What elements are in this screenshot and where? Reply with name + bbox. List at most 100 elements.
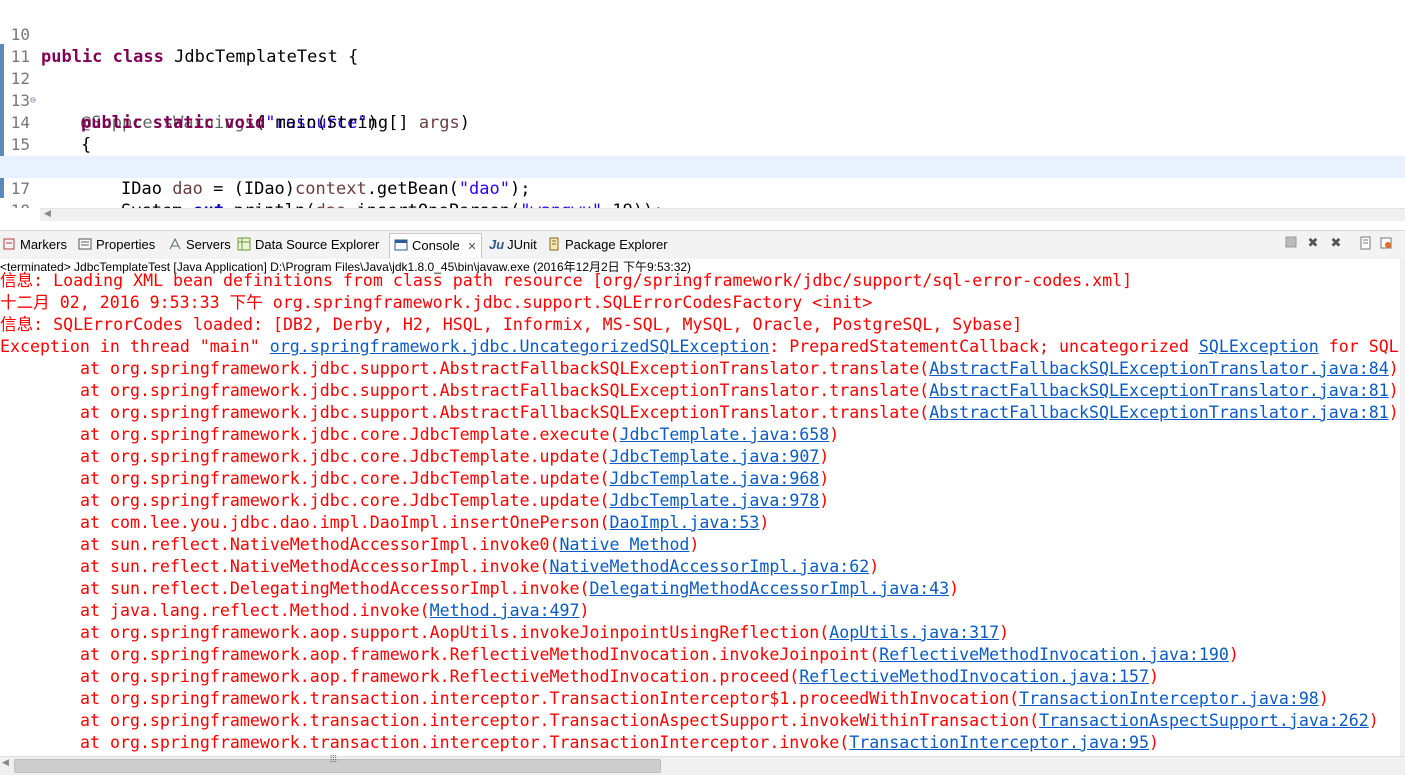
editor-line[interactable]: 11 xyxy=(0,24,1405,66)
sqlexception-link[interactable]: SQLException xyxy=(1199,337,1319,356)
stack-method: at org.springframework.jdbc.core.JdbcTem… xyxy=(80,425,620,444)
tab-label: Data Source Explorer xyxy=(255,237,380,252)
stack-frame: at org.springframework.jdbc.support.Abst… xyxy=(80,402,1399,424)
source-link[interactable]: ReflectiveMethodInvocation.java:157 xyxy=(799,667,1149,686)
source-link[interactable]: TransactionAspectSupport.java:262 xyxy=(1039,711,1369,730)
stack-method: at org.springframework.jdbc.support.Abst… xyxy=(80,403,930,422)
pin-console-icon[interactable] xyxy=(1378,236,1394,252)
stack-end: ) xyxy=(819,447,830,466)
stack-frame: at org.springframework.jdbc.core.JdbcTem… xyxy=(80,424,839,446)
editor-line[interactable]: 12 ⊖ @SuppressWarnings("resource") xyxy=(0,46,1405,133)
exception-class-link[interactable]: org.springframework.jdbc.UncategorizedSQ… xyxy=(270,337,770,356)
stack-method: at com.lee.you.jdbc.dao.impl.DaoImpl.ins… xyxy=(80,513,610,532)
junit-icon: Ju xyxy=(489,237,505,252)
remove-launch-icon[interactable]: ✖ xyxy=(1305,236,1321,252)
scrollbar-thumb[interactable] xyxy=(14,759,661,773)
stack-method: at org.springframework.aop.support.AopUt… xyxy=(80,623,830,642)
stack-method: at sun.reflect.NativeMethodAccessorImpl.… xyxy=(80,535,560,554)
stack-frame: at org.springframework.jdbc.core.JdbcTem… xyxy=(80,446,829,468)
stack-frame: at org.springframework.jdbc.support.Abst… xyxy=(80,380,1399,402)
editor-line[interactable]: 13 public static void main(String[] args… xyxy=(0,68,1405,133)
editor-line[interactable]: 14 { xyxy=(0,90,1405,155)
remove-all-terminated-icon[interactable]: ✖ xyxy=(1328,236,1344,252)
source-link[interactable]: JdbcTemplate.java:907 xyxy=(610,447,820,466)
code-text: System.out.println(dao.insertOnePerson("… xyxy=(121,200,664,208)
stack-frame: at sun.reflect.DelegatingMethodAccessorI… xyxy=(80,578,959,600)
tab-markers[interactable]: Markers xyxy=(2,235,67,255)
stack-end: ) xyxy=(689,535,700,554)
source-link[interactable]: ReflectiveMethodInvocation.java:190 xyxy=(879,645,1229,664)
tab-junit[interactable]: Ju JUnit xyxy=(489,235,537,255)
stack-method: at org.springframework.transaction.inter… xyxy=(80,733,850,752)
console-vertical-scrollbar[interactable] xyxy=(1400,258,1405,758)
stack-method: at org.springframework.jdbc.support.Abst… xyxy=(80,359,930,378)
editor-line[interactable]: 18 } xyxy=(0,178,1405,208)
source-link[interactable]: AbstractFallbackSQLExceptionTranslator.j… xyxy=(929,359,1389,378)
source-link[interactable]: JdbcTemplate.java:658 xyxy=(619,425,829,444)
scroll-lock-icon[interactable] xyxy=(1358,236,1374,252)
editor-line[interactable]: 15 ApplicationContext context= new Class… xyxy=(0,112,1405,177)
editor-horizontal-scrollbar[interactable]: ◀ xyxy=(40,208,1405,221)
tab-label: Console xyxy=(412,238,460,253)
exception-prefix: Exception in thread "main" xyxy=(0,337,270,356)
tab-properties[interactable]: Properties xyxy=(78,235,155,255)
data-source-icon xyxy=(237,237,251,251)
source-link[interactable]: JdbcTemplate.java:968 xyxy=(610,469,820,488)
stack-frame: at org.springframework.transaction.inter… xyxy=(80,732,1159,754)
close-icon[interactable]: ✕ xyxy=(467,241,476,253)
source-link[interactable]: JdbcTemplate.java:978 xyxy=(610,491,820,510)
stack-end: ) xyxy=(1318,689,1329,708)
stack-method: at org.springframework.jdbc.core.JdbcTem… xyxy=(80,491,610,510)
terminate-icon[interactable] xyxy=(1283,236,1299,252)
source-link[interactable]: Native Method xyxy=(560,535,690,554)
stack-method: at org.springframework.jdbc.core.JdbcTem… xyxy=(80,469,610,488)
scroll-left-icon[interactable]: ◀ xyxy=(2,758,9,768)
editor-line-current[interactable]: 17 System.out.println(dao.insertOnePerso… xyxy=(0,156,1405,208)
source-link[interactable]: Method.java:497 xyxy=(430,601,580,620)
stack-end: ) xyxy=(999,623,1010,642)
tab-label: Properties xyxy=(96,237,156,252)
stack-end: ) xyxy=(819,491,830,510)
source-link[interactable]: AopUtils.java:317 xyxy=(829,623,999,642)
stack-end: ) xyxy=(869,557,880,576)
source-link[interactable]: TransactionInterceptor.java:98 xyxy=(1019,689,1319,708)
console-line: 十二月 02, 2016 9:53:33 下午 org.springframew… xyxy=(0,293,873,312)
editor-line[interactable]: 16 IDao dao = (IDao)context.getBean("dao… xyxy=(0,134,1405,199)
scrollbar-grip-icon: ⦙⦙⦙ xyxy=(330,754,337,765)
servers-icon xyxy=(168,237,182,251)
stack-frame: at org.springframework.transaction.inter… xyxy=(80,710,1379,732)
stack-frame: at sun.reflect.NativeMethodAccessorImpl.… xyxy=(80,556,879,578)
stack-frame: at java.lang.reflect.Method.invoke(Metho… xyxy=(80,600,590,622)
tab-data-source-explorer[interactable]: Data Source Explorer xyxy=(237,235,379,255)
stack-frame: at org.springframework.aop.framework.Ref… xyxy=(80,644,1239,666)
console-icon xyxy=(394,236,408,251)
tab-console[interactable]: Console ✕ xyxy=(389,233,482,258)
source-link[interactable]: AbstractFallbackSQLExceptionTranslator.j… xyxy=(929,403,1389,422)
source-link[interactable]: DaoImpl.java:53 xyxy=(610,513,760,532)
stack-end: ) xyxy=(1388,381,1399,400)
console-output[interactable]: 信息: Loading XML bean definitions from cl… xyxy=(0,270,1400,754)
source-link[interactable]: DelegatingMethodAccessorImpl.java:43 xyxy=(590,579,950,598)
stack-method: at org.springframework.jdbc.support.Abst… xyxy=(80,381,930,400)
tab-label: JUnit xyxy=(507,237,537,252)
code-editor[interactable]: 10 public class JdbcTemplateTest { 11 12… xyxy=(0,0,1405,208)
stack-end: ) xyxy=(1368,711,1379,730)
source-link[interactable]: TransactionInterceptor.java:95 xyxy=(849,733,1149,752)
tab-servers[interactable]: Servers xyxy=(168,235,231,255)
stack-method: at org.springframework.transaction.inter… xyxy=(80,689,1020,708)
editor-line[interactable]: 10 public class JdbcTemplateTest { xyxy=(0,2,1405,67)
scroll-left-icon[interactable]: ◀ xyxy=(44,209,51,219)
source-link[interactable]: AbstractFallbackSQLExceptionTranslator.j… xyxy=(929,381,1389,400)
source-link[interactable]: NativeMethodAccessorImpl.java:62 xyxy=(550,557,870,576)
stack-frame: at org.springframework.aop.support.AopUt… xyxy=(80,622,1009,644)
stack-frame: at org.springframework.aop.framework.Ref… xyxy=(80,666,1159,688)
minimize-icon[interactable]: ▕ xyxy=(1397,236,1405,252)
console-horizontal-scrollbar[interactable]: ◀ ⦙⦙⦙ xyxy=(0,754,1405,775)
stack-frame: at sun.reflect.NativeMethodAccessorImpl.… xyxy=(80,534,699,556)
stack-end: ) xyxy=(1388,359,1399,378)
tab-package-explorer[interactable]: Package Explorer xyxy=(547,235,668,255)
stack-end: ) xyxy=(1228,645,1239,664)
stack-end: ) xyxy=(1148,667,1159,686)
exception-suffix: for SQL xyxy=(1318,337,1399,356)
stack-end: ) xyxy=(949,579,960,598)
